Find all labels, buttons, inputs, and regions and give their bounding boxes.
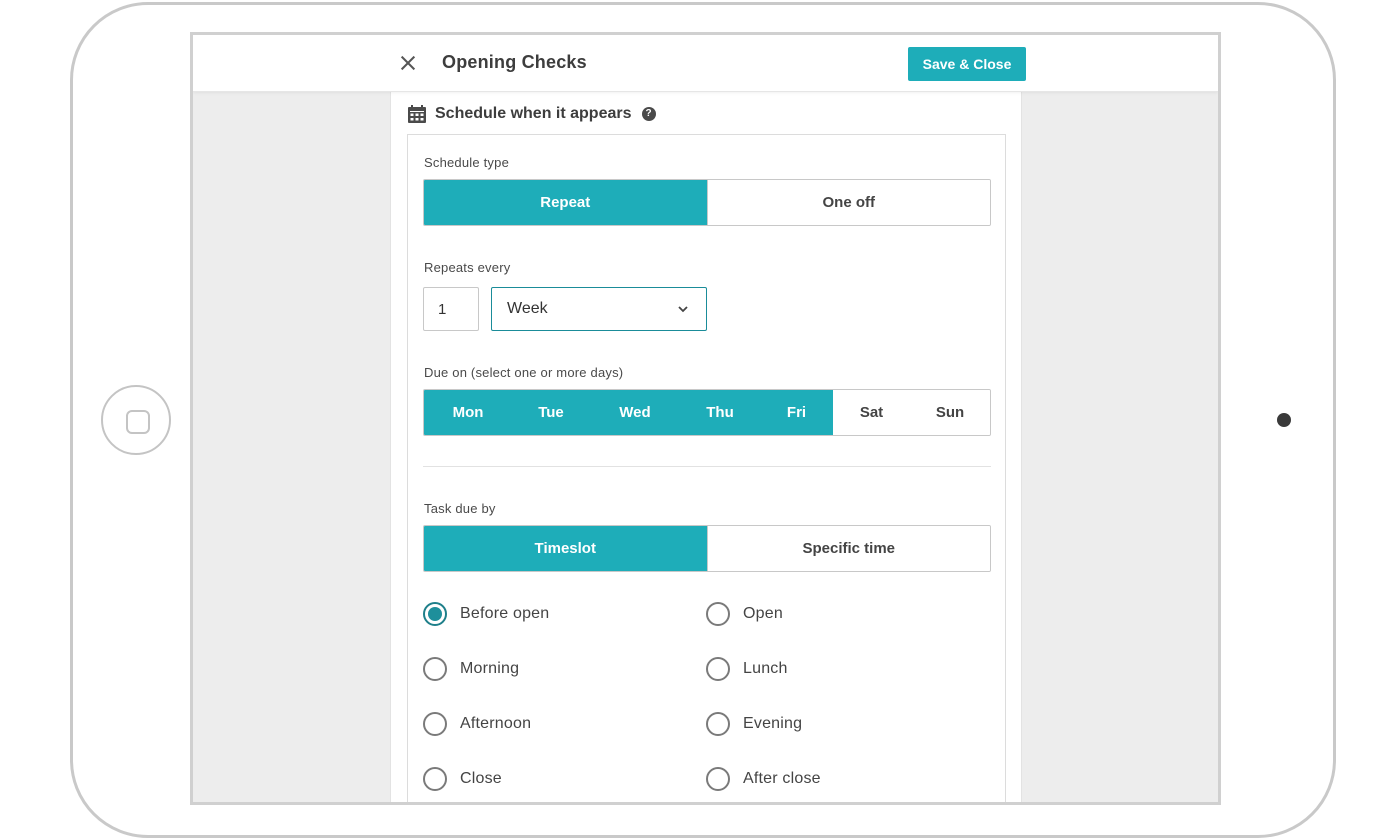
- timeslot-before-open[interactable]: Before open: [423, 601, 549, 627]
- home-button[interactable]: [101, 385, 171, 455]
- schedule-card: Schedule type Repeat One off Repeats eve…: [407, 134, 1006, 802]
- repeats-every-label: Repeats every: [424, 260, 511, 275]
- day-fri[interactable]: Fri: [760, 390, 833, 435]
- day-sat[interactable]: Sat: [833, 390, 910, 435]
- radio-icon[interactable]: [706, 712, 730, 736]
- due-by-timeslot[interactable]: Timeslot: [424, 526, 707, 571]
- timeslot-label: Before open: [460, 605, 550, 622]
- day-tue[interactable]: Tue: [512, 390, 590, 435]
- page-title: Opening Checks: [442, 52, 587, 72]
- timeslot-morning[interactable]: Morning: [423, 656, 519, 682]
- schedule-type-one-off[interactable]: One off: [706, 180, 990, 225]
- day-wed[interactable]: Wed: [590, 390, 680, 435]
- save-close-button[interactable]: Save & Close: [908, 47, 1026, 81]
- timeslot-label: Afternoon: [460, 715, 532, 732]
- timeslot-afternoon[interactable]: Afternoon: [423, 711, 531, 737]
- radio-icon[interactable]: [423, 767, 447, 791]
- day-mon[interactable]: Mon: [424, 390, 512, 435]
- schedule-type-repeat[interactable]: Repeat: [424, 180, 707, 225]
- timeslot-label: Evening: [743, 715, 803, 732]
- help-icon[interactable]: ?: [641, 107, 656, 121]
- home-square-icon: [126, 410, 150, 434]
- day-selector: Mon Tue Wed Thu Fri Sat Sun: [423, 389, 991, 436]
- timeslot-label: Lunch: [743, 660, 788, 677]
- schedule-type-label: Schedule type: [424, 155, 509, 170]
- top-bar: Opening Checks Save & Close: [193, 35, 1218, 92]
- timeslot-label: Morning: [460, 660, 520, 677]
- repeat-unit-select[interactable]: Week: [491, 287, 707, 331]
- repeat-unit-value: Week: [507, 300, 548, 317]
- app-screen: Opening Checks Save & Close Schedule whe…: [190, 32, 1221, 805]
- due-by-specific-time[interactable]: Specific time: [706, 526, 990, 571]
- due-by-toggle: Timeslot Specific time: [423, 525, 991, 572]
- section-title: Schedule when it appears: [435, 105, 632, 122]
- section-divider: [423, 466, 991, 467]
- timeslot-label: Close: [460, 770, 502, 787]
- schedule-panel: Schedule when it appears ? Schedule type…: [390, 92, 1022, 802]
- schedule-type-toggle: Repeat One off: [423, 179, 991, 226]
- task-due-by-label: Task due by: [424, 501, 496, 516]
- camera-dot: [1277, 413, 1291, 427]
- due-on-label: Due on (select one or more days): [424, 365, 624, 380]
- timeslot-close[interactable]: Close: [423, 766, 502, 792]
- calendar-icon: [408, 105, 426, 123]
- timeslot-after-close[interactable]: After close: [706, 766, 821, 792]
- timeslot-lunch[interactable]: Lunch: [706, 656, 788, 682]
- chevron-down-icon: [678, 306, 688, 313]
- radio-icon[interactable]: [706, 657, 730, 681]
- radio-icon[interactable]: [706, 767, 730, 791]
- day-thu[interactable]: Thu: [680, 390, 760, 435]
- section-heading: Schedule when it appears ?: [407, 102, 656, 126]
- day-sun[interactable]: Sun: [910, 390, 990, 435]
- close-icon[interactable]: [398, 53, 418, 73]
- timeslot-label: Open: [743, 605, 783, 622]
- radio-icon[interactable]: [706, 602, 730, 626]
- radio-icon[interactable]: [423, 657, 447, 681]
- repeat-count-input[interactable]: [423, 287, 479, 331]
- timeslot-open[interactable]: Open: [706, 601, 783, 627]
- radio-icon[interactable]: [423, 712, 447, 736]
- timeslot-label: After close: [743, 770, 821, 787]
- timeslot-evening[interactable]: Evening: [706, 711, 802, 737]
- radio-icon[interactable]: [423, 602, 447, 626]
